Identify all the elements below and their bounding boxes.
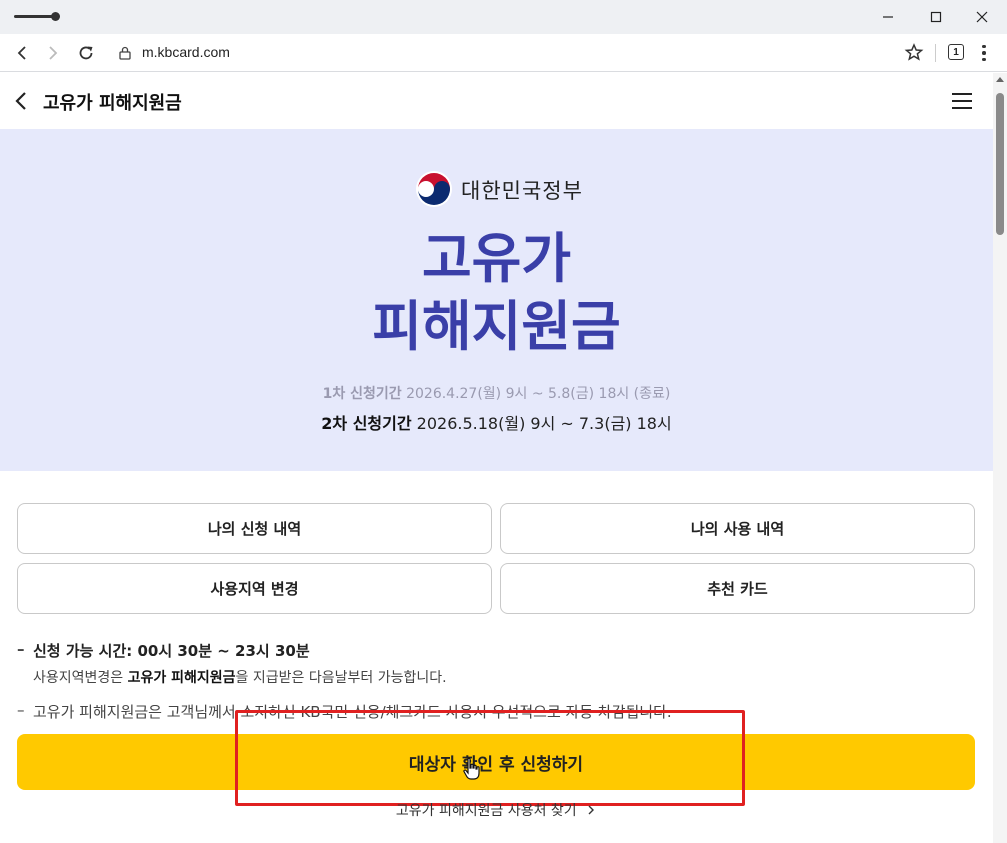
government-name: 대한민국정부	[461, 179, 583, 203]
hours-notice: 신청 가능 시간: 00시 30분 ~ 23시 30분	[17, 640, 977, 661]
tab-count-button[interactable]: 1	[948, 44, 964, 60]
lock-icon[interactable]	[119, 46, 131, 60]
page-title: 고유가 피해지원금	[43, 93, 182, 114]
toolbar-divider	[935, 44, 936, 62]
scroll-thumb[interactable]	[996, 93, 1004, 235]
my-application-button[interactable]: 나의 신청 내역	[17, 503, 492, 554]
highlight-annotation	[235, 710, 745, 806]
hamburger-icon[interactable]	[952, 93, 972, 109]
my-usage-button[interactable]: 나의 사용 내역	[500, 503, 975, 554]
bookmark-star-icon[interactable]	[902, 41, 926, 65]
browser-menu-icon[interactable]	[974, 42, 994, 64]
arrow-left-icon	[17, 46, 26, 60]
browser-toolbar: m.kbcard.com 1	[0, 34, 1007, 72]
maximize-icon	[930, 11, 942, 23]
tab-strip-indicator[interactable]	[14, 12, 60, 21]
hand-cursor-icon	[463, 757, 480, 780]
find-merchants-label: 고유가 피해지원금 사용처 찾기	[395, 803, 577, 819]
scroll-up-arrow-icon[interactable]	[996, 77, 1004, 82]
minimize-icon	[883, 16, 893, 18]
maximize-button[interactable]	[914, 0, 958, 34]
second-period-label: 2차 신청기간	[321, 414, 412, 433]
second-period-value: 2026.5.18(월) 9시 ~ 7.3(금) 18시	[411, 414, 672, 433]
close-icon	[976, 11, 988, 23]
first-period-value: 2026.4.27(월) 9시 ~ 5.8(금) 18시 (종료)	[401, 386, 671, 402]
region-notice-bold: 고유가 피해지원금	[127, 670, 236, 686]
hero-title-line1: 고유가	[421, 227, 572, 290]
back-arrow-icon[interactable]	[12, 89, 32, 113]
recommended-card-button[interactable]: 추천 카드	[500, 563, 975, 614]
region-notice-pre: 사용지역변경은	[33, 670, 128, 686]
hero-title-line2: 피해지원금	[372, 295, 621, 358]
page-viewport: 고유가 피해지원금 대한민국정부 고유가 피해지원금 1차 신청기간 2026.…	[0, 73, 993, 843]
region-change-notice: 사용지역변경은 고유가 피해지원금을 지급받은 다음날부터 가능합니다.	[17, 667, 977, 687]
vertical-scrollbar[interactable]	[993, 73, 1007, 843]
arrow-right-icon	[49, 46, 58, 60]
hero-banner: 대한민국정부 고유가 피해지원금 1차 신청기간 2026.4.27(월) 9시…	[0, 129, 993, 471]
address-bar[interactable]: m.kbcard.com	[142, 44, 230, 60]
hero-title: 고유가 피해지원금	[0, 225, 993, 361]
second-period: 2차 신청기간 2026.5.18(월) 9시 ~ 7.3(금) 18시	[0, 410, 993, 434]
chevron-right-icon	[588, 805, 595, 815]
taegeuk-logo-icon	[416, 171, 452, 207]
app-header: 고유가 피해지원금	[0, 73, 993, 129]
first-period: 1차 신청기간 2026.4.27(월) 9시 ~ 5.8(금) 18시 (종료…	[0, 383, 993, 403]
change-region-button[interactable]: 사용지역 변경	[17, 563, 492, 614]
browser-forward-button[interactable]	[40, 40, 66, 66]
first-period-label: 1차 신청기간	[322, 386, 402, 402]
close-button[interactable]	[960, 0, 1004, 34]
reload-button[interactable]	[73, 40, 99, 66]
browser-back-button[interactable]	[9, 40, 35, 66]
region-notice-post: 을 지급받은 다음날부터 가능합니다.	[235, 670, 447, 686]
reload-icon	[79, 46, 93, 60]
minimize-button[interactable]	[866, 0, 910, 34]
window-titlebar	[0, 0, 1007, 34]
find-merchants-link[interactable]: 고유가 피해지원금 사용처 찾기	[0, 800, 993, 820]
